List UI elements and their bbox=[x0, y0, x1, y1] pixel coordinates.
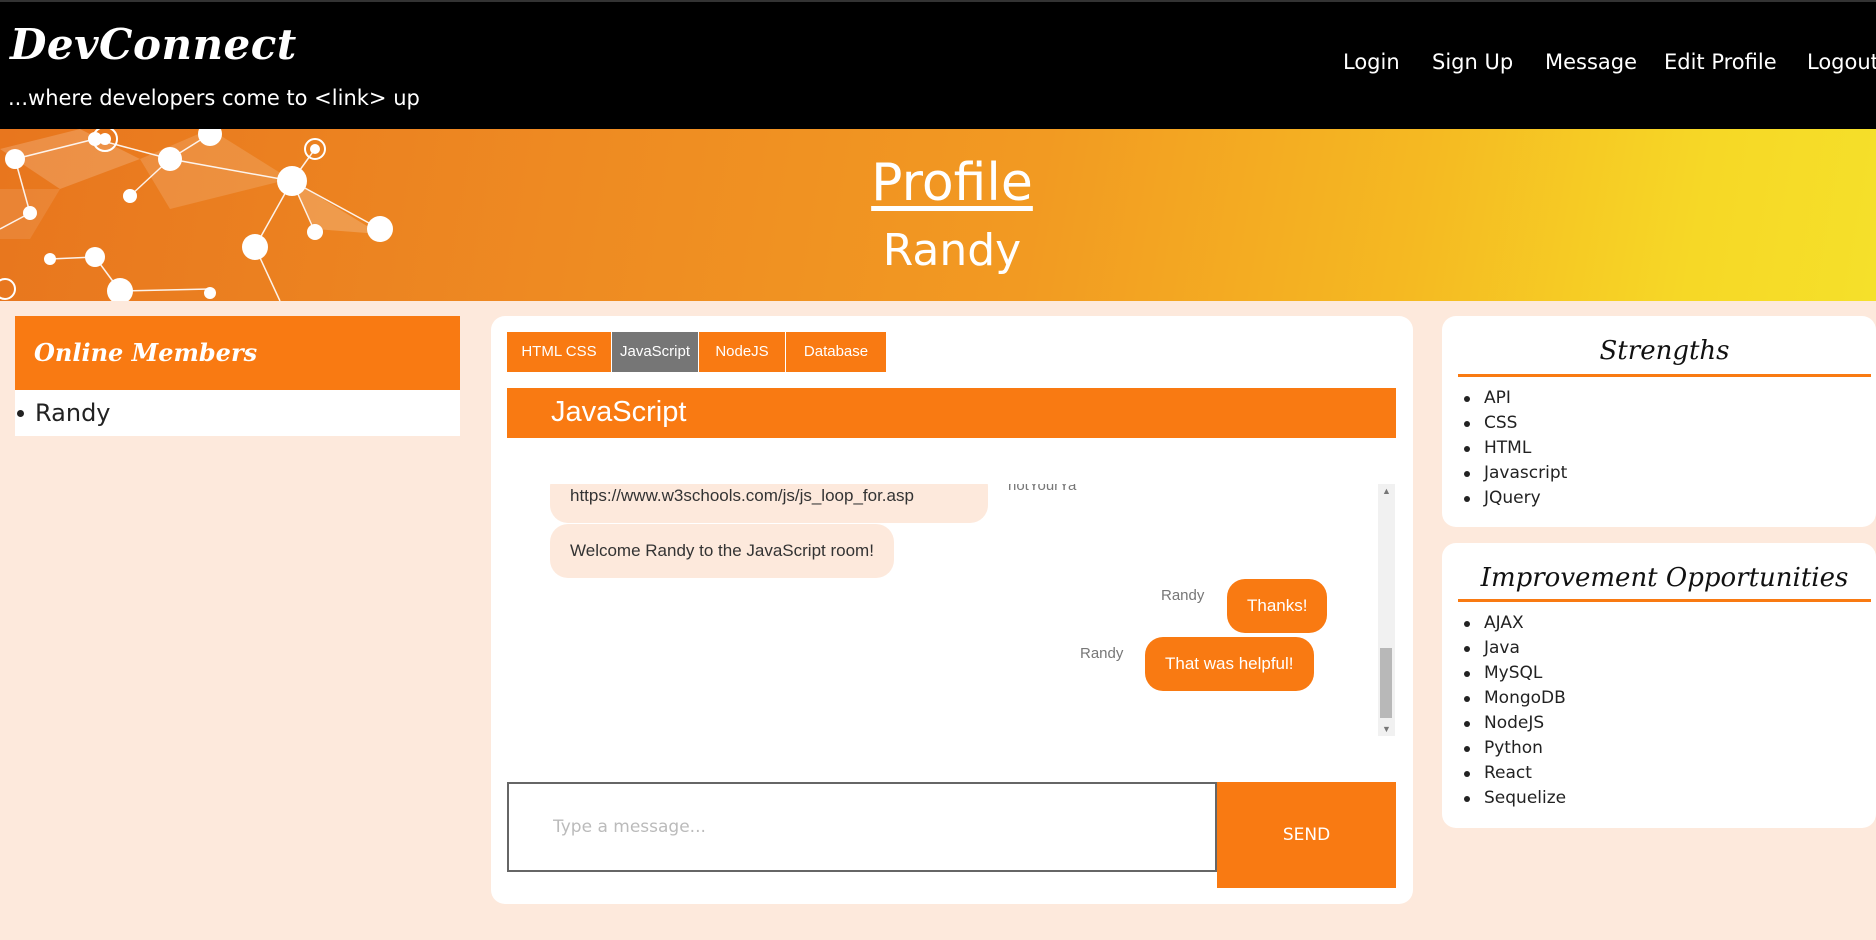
brand-logo[interactable]: DevConnect bbox=[10, 20, 297, 69]
improvements-divider bbox=[1458, 599, 1871, 602]
strengths-title: Strengths bbox=[1599, 336, 1730, 366]
improvements-panel: Improvement Opportunities AJAX Java MySQ… bbox=[1442, 543, 1876, 828]
strength-item: JQuery bbox=[1464, 486, 1567, 511]
online-members-title: Online Members bbox=[15, 316, 460, 390]
strength-item: CSS bbox=[1464, 411, 1567, 436]
nav-logout-link[interactable]: Logout bbox=[1807, 50, 1876, 74]
improvement-item: NodeJS bbox=[1464, 711, 1566, 736]
nav-login-link[interactable]: Login bbox=[1343, 50, 1400, 74]
scroll-down-arrow-icon[interactable]: ▼ bbox=[1378, 722, 1395, 736]
strength-item: API bbox=[1464, 386, 1567, 411]
message-bubble: That was helpful! bbox=[1145, 637, 1314, 691]
message-sender: Randy bbox=[1080, 645, 1124, 662]
top-navbar: DevConnect ...where developers come to <… bbox=[0, 0, 1876, 129]
strengths-list: API CSS HTML Javascript JQuery bbox=[1464, 386, 1567, 511]
nav-signup-link[interactable]: Sign Up bbox=[1432, 50, 1513, 74]
scroll-up-arrow-icon[interactable]: ▲ bbox=[1378, 484, 1395, 498]
improvements-list: AJAX Java MySQL MongoDB NodeJS Python Re… bbox=[1464, 611, 1566, 811]
brand-tagline: ...where developers come to <link> up bbox=[8, 86, 420, 110]
page-title: Profile bbox=[871, 153, 1033, 213]
message-input[interactable] bbox=[551, 816, 1155, 838]
online-members-list: Randy bbox=[15, 390, 460, 436]
online-member-item: Randy bbox=[15, 390, 460, 436]
room-title: JavaScript bbox=[507, 388, 1396, 438]
message-input-box bbox=[507, 782, 1217, 872]
tab-database[interactable]: Database bbox=[786, 332, 886, 372]
nav-message-link[interactable]: Message bbox=[1545, 50, 1637, 74]
tab-javascript[interactable]: JavaScript bbox=[612, 332, 698, 372]
strength-item: HTML bbox=[1464, 436, 1567, 461]
message-bubble: Welcome Randy to the JavaScript room! bbox=[550, 524, 894, 578]
improvement-item: Java bbox=[1464, 636, 1566, 661]
strength-item: Javascript bbox=[1464, 461, 1567, 486]
message-sender: notYourYa bbox=[1008, 484, 1077, 494]
improvement-item: Python bbox=[1464, 736, 1566, 761]
send-button[interactable]: SEND bbox=[1217, 782, 1396, 888]
improvement-item: MySQL bbox=[1464, 661, 1566, 686]
profile-name: Randy bbox=[882, 225, 1022, 276]
strengths-panel: Strengths API CSS HTML Javascript JQuery bbox=[1442, 316, 1876, 527]
scroll-thumb[interactable] bbox=[1380, 648, 1392, 718]
improvement-item: MongoDB bbox=[1464, 686, 1566, 711]
nav-edit-profile-link[interactable]: Edit Profile bbox=[1664, 50, 1777, 74]
improvements-title: Improvement Opportunities bbox=[1480, 563, 1849, 593]
message-bubble: https://www.w3schools.com/js/js_loop_for… bbox=[550, 484, 988, 523]
online-members-panel: Online Members Randy bbox=[15, 316, 460, 436]
chat-room-card: HTML CSS JavaScript NodeJS Database Java… bbox=[491, 316, 1413, 904]
message-sender: Randy bbox=[1161, 587, 1205, 604]
improvement-item: React bbox=[1464, 761, 1566, 786]
improvement-item: AJAX bbox=[1464, 611, 1566, 636]
tab-html-css[interactable]: HTML CSS bbox=[507, 332, 611, 372]
message-list: https://www.w3schools.com/js/js_loop_for… bbox=[507, 484, 1396, 736]
improvement-item: Sequelize bbox=[1464, 786, 1566, 811]
tab-nodejs[interactable]: NodeJS bbox=[699, 332, 785, 372]
message-scrollbar[interactable]: ▲ ▼ bbox=[1378, 484, 1395, 736]
profile-banner: Profile Randy bbox=[0, 129, 1876, 301]
message-bubble: Thanks! bbox=[1227, 579, 1328, 633]
strengths-divider bbox=[1458, 374, 1871, 377]
